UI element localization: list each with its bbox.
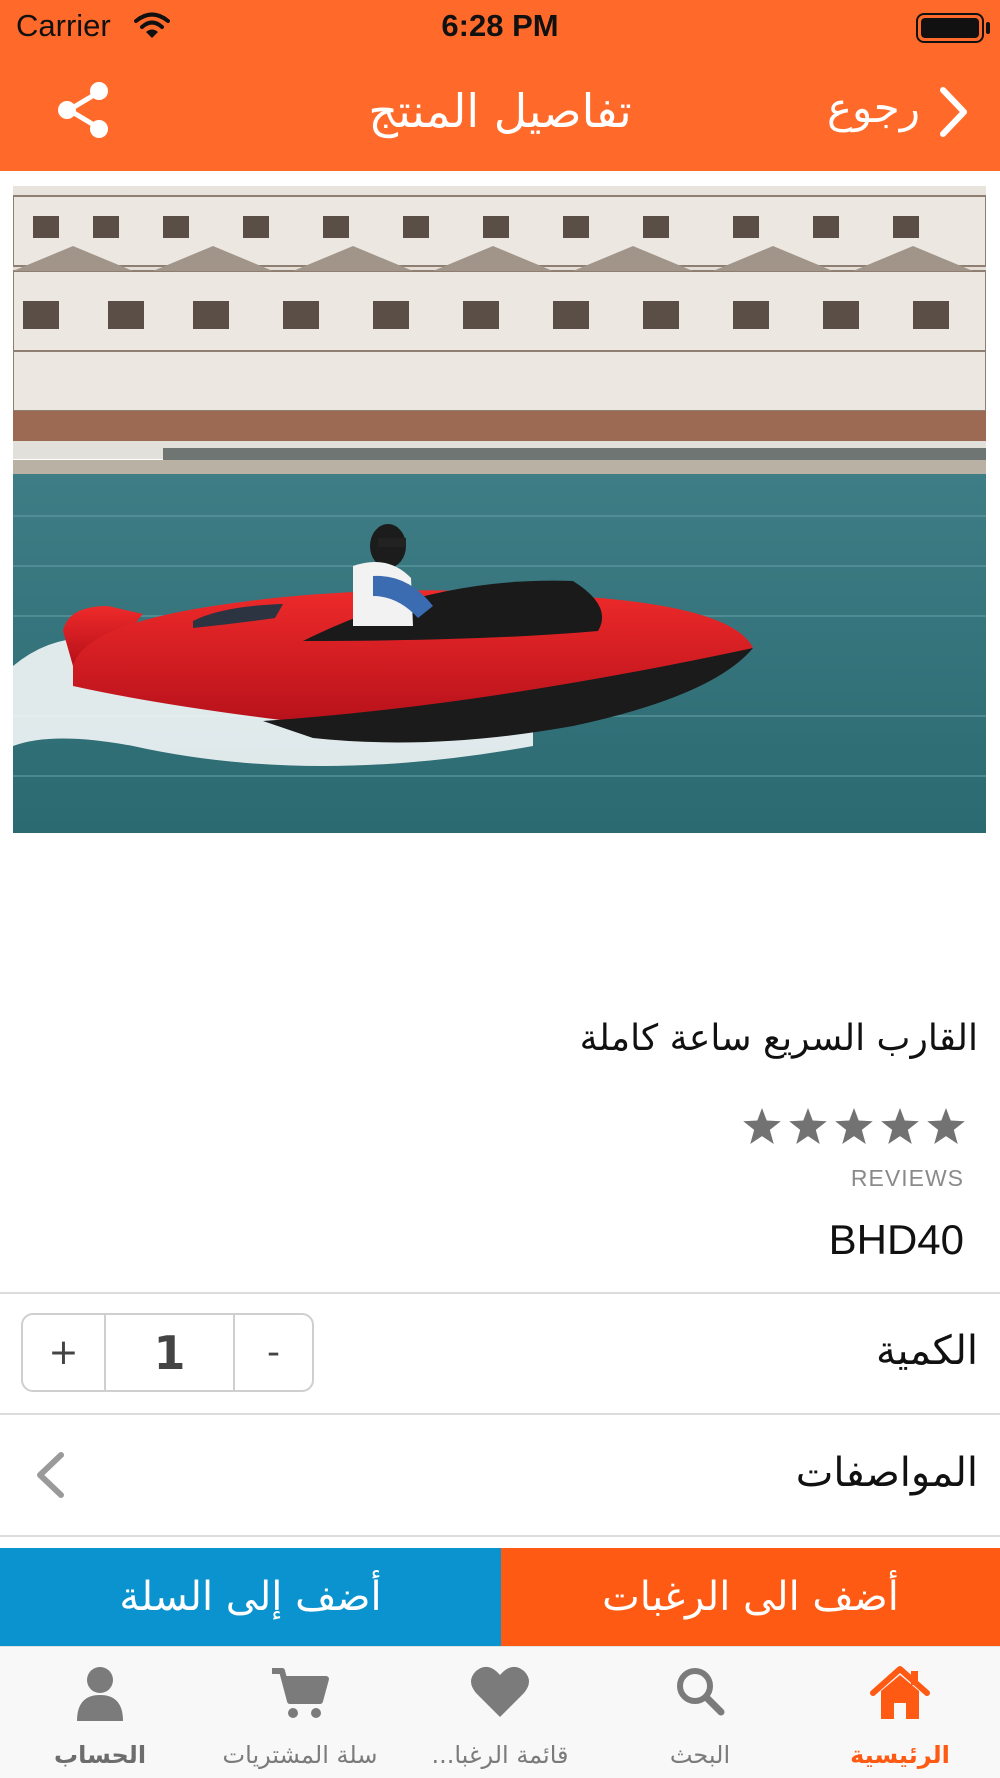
cart-icon: [270, 1665, 330, 1725]
back-button[interactable]: رجوع: [820, 80, 980, 140]
quantity-value: 1: [104, 1315, 235, 1390]
tab-search-label: البحث: [669, 1741, 731, 1769]
tab-bar: الرئيسية البحث قائمة الرغبا... سلة المشت…: [0, 1646, 1000, 1778]
divider: [0, 1292, 1000, 1294]
specifications-label: المواصفات: [795, 1450, 978, 1496]
back-button-label: رجوع: [826, 83, 920, 132]
status-bar: Carrier 6:28 PM: [0, 0, 1000, 56]
star-icon: [927, 1108, 965, 1144]
product-image: [13, 186, 986, 833]
quantity-label: الكمية: [875, 1328, 978, 1374]
search-icon: [674, 1665, 726, 1721]
quantity-decrease-button[interactable]: -: [235, 1315, 312, 1390]
tab-cart-label: سلة المشتريات: [222, 1741, 378, 1769]
add-to-wishlist-button[interactable]: أضف الى الرغبات: [501, 1548, 1000, 1646]
chevron-left-icon: [34, 1451, 66, 1503]
home-icon: [869, 1665, 931, 1727]
tab-home-label: الرئيسية: [850, 1741, 950, 1769]
divider: [0, 1535, 1000, 1537]
product-name: القارب السريع ساعة كاملة: [579, 1018, 978, 1059]
add-to-cart-button[interactable]: أضف إلى السلة: [0, 1548, 501, 1646]
tab-wishlist-label: قائمة الرغبا...: [431, 1741, 569, 1769]
star-icon: [789, 1108, 827, 1144]
quantity-increase-button[interactable]: +: [23, 1315, 104, 1390]
tab-search[interactable]: البحث: [600, 1647, 800, 1778]
status-time: 6:28 PM: [441, 8, 559, 43]
tab-account[interactable]: الحساب: [0, 1647, 200, 1778]
quantity-stepper: + 1 -: [21, 1313, 314, 1392]
person-icon: [75, 1665, 125, 1727]
battery-nub: [986, 22, 990, 34]
tab-cart[interactable]: سلة المشتريات: [200, 1647, 400, 1778]
navigation-bar: تفاصيل المنتج رجوع: [0, 56, 1000, 171]
tab-home[interactable]: الرئيسية: [800, 1647, 1000, 1778]
specifications-row[interactable]: المواصفات: [0, 1415, 1000, 1535]
heart-icon: [470, 1665, 530, 1723]
reviews-link[interactable]: REVIEWS: [851, 1165, 964, 1192]
star-rating: [743, 1108, 973, 1152]
star-icon: [881, 1108, 919, 1144]
app-header: Carrier 6:28 PM تفاصيل المنتج رجوع: [0, 0, 1000, 171]
tab-wishlist[interactable]: قائمة الرغبا...: [400, 1647, 600, 1778]
star-icon: [835, 1108, 873, 1144]
battery-icon: [916, 13, 984, 43]
chevron-right-icon: [938, 86, 968, 142]
star-icon: [743, 1108, 781, 1144]
tab-account-label: الحساب: [53, 1741, 147, 1769]
product-price: BHD40: [828, 1216, 964, 1263]
